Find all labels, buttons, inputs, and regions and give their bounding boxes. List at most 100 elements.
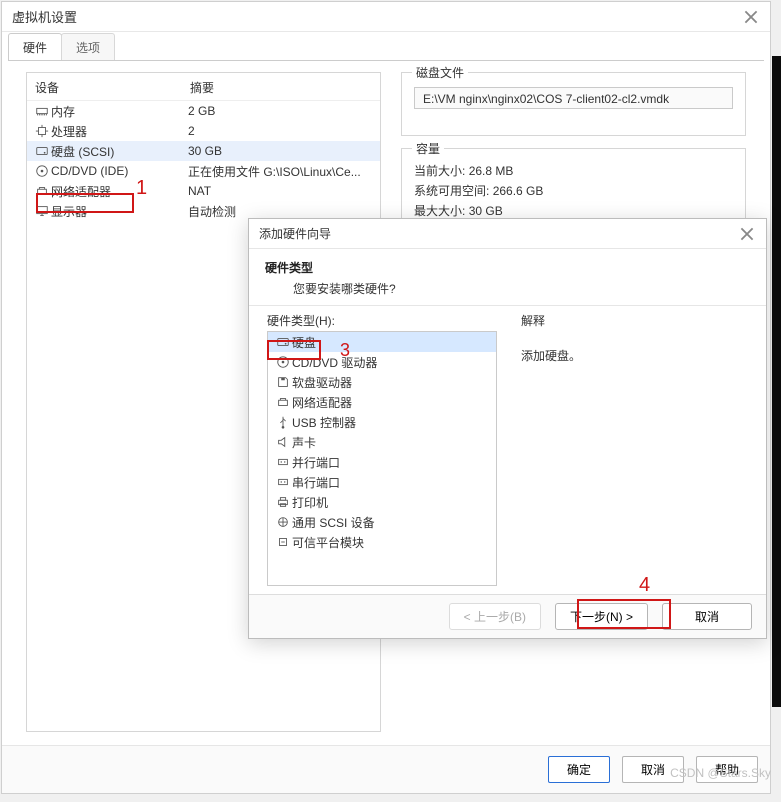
- device-summary: 2: [188, 124, 374, 138]
- printer-icon: [274, 495, 292, 509]
- current-size-line: 当前大小: 26.8 MB: [414, 162, 733, 179]
- max-size-value: 30 GB: [469, 204, 503, 218]
- background-dark-strip: [772, 56, 781, 707]
- tab-options[interactable]: 选项: [61, 33, 115, 60]
- device-name: 显示器: [51, 203, 188, 220]
- hardware-item-label: 可信平台模块: [292, 534, 364, 551]
- hardware-item-label: CD/DVD 驱动器: [292, 354, 377, 371]
- hardware-item[interactable]: 通用 SCSI 设备: [268, 512, 496, 532]
- display-icon: [33, 204, 51, 218]
- port-icon: [274, 455, 292, 469]
- hardware-item-label: 硬盘: [292, 334, 316, 351]
- net-icon: [274, 395, 292, 409]
- hardware-item[interactable]: 网络适配器: [268, 392, 496, 412]
- hardware-type-label: 硬件类型(H):: [267, 312, 497, 329]
- hardware-item[interactable]: CD/DVD 驱动器: [268, 352, 496, 372]
- disk-icon: [274, 335, 292, 349]
- hardware-item-label: 声卡: [292, 434, 316, 451]
- wizard-cancel-button[interactable]: 取消: [662, 603, 752, 630]
- explain-label: 解释: [521, 312, 754, 329]
- hardware-item-label: 并行端口: [292, 454, 340, 471]
- add-hardware-wizard: 添加硬件向导 硬件类型 您要安装哪类硬件? 硬件类型(H): 硬盘 CD/DVD …: [248, 218, 767, 639]
- wizard-header-bold: 硬件类型: [265, 259, 750, 276]
- device-summary: 30 GB: [188, 144, 374, 158]
- device-name: 内存: [51, 103, 188, 120]
- ok-button[interactable]: 确定: [548, 756, 610, 783]
- hardware-item[interactable]: 声卡: [268, 432, 496, 452]
- device-summary: 正在使用文件 G:\ISO\Linux\Ce...: [188, 163, 374, 180]
- hardware-item-label: 打印机: [292, 494, 328, 511]
- wizard-close-icon[interactable]: [738, 225, 756, 243]
- watermark: CSDN @Stars.Sky: [670, 766, 771, 780]
- device-summary: 自动检测: [188, 203, 374, 220]
- col-device: 设备: [35, 79, 190, 96]
- device-name: 处理器: [51, 123, 188, 140]
- hardware-item[interactable]: 可信平台模块: [268, 532, 496, 552]
- next-button[interactable]: 下一步(N) >: [555, 603, 648, 630]
- device-name: 网络适配器: [51, 183, 188, 200]
- close-icon[interactable]: [742, 8, 760, 26]
- hardware-type-column: 硬件类型(H): 硬盘 CD/DVD 驱动器软盘驱动器网络适配器 USB 控制器声卡…: [267, 312, 497, 594]
- hardware-item-label: 软盘驱动器: [292, 374, 352, 391]
- scsi-icon: [274, 515, 292, 529]
- cd-icon: [274, 355, 292, 369]
- hardware-item-label: 串行端口: [292, 474, 340, 491]
- hardware-item[interactable]: 串行端口: [268, 472, 496, 492]
- max-size-line: 最大大小: 30 GB: [414, 202, 733, 219]
- current-size-label: 当前大小:: [414, 164, 465, 178]
- wizard-footer: < 上一步(B) 下一步(N) > 取消: [249, 594, 766, 638]
- device-summary: 2 GB: [188, 104, 374, 118]
- port-icon: [274, 475, 292, 489]
- device-row[interactable]: 硬盘 (SCSI)30 GB: [27, 141, 380, 161]
- current-size-value: 26.8 MB: [469, 164, 514, 178]
- hardware-item[interactable]: USB 控制器: [268, 412, 496, 432]
- cpu-icon: [33, 124, 51, 138]
- hardware-item[interactable]: 硬盘: [268, 332, 496, 352]
- wizard-body: 硬件类型(H): 硬盘 CD/DVD 驱动器软盘驱动器网络适配器 USB 控制器声卡…: [249, 306, 766, 594]
- col-summary: 摘要: [190, 79, 214, 96]
- window-title: 虚拟机设置: [12, 7, 742, 26]
- main-footer: 确定 取消 帮助: [2, 745, 770, 793]
- device-name: CD/DVD (IDE): [51, 164, 188, 178]
- hardware-item-label: 网络适配器: [292, 394, 352, 411]
- wizard-header-question: 您要安装哪类硬件?: [265, 280, 750, 297]
- hardware-item[interactable]: 打印机: [268, 492, 496, 512]
- disk-file-group: 磁盘文件 E:\VM nginx\nginx02\COS 7-client02-…: [401, 72, 746, 136]
- device-name: 硬盘 (SCSI): [51, 143, 188, 160]
- back-button: < 上一步(B): [449, 603, 541, 630]
- hardware-item[interactable]: 软盘驱动器: [268, 372, 496, 392]
- tpm-icon: [274, 535, 292, 549]
- max-size-label: 最大大小:: [414, 204, 465, 218]
- net-icon: [33, 184, 51, 198]
- usb-icon: [274, 415, 292, 429]
- wizard-title: 添加硬件向导: [259, 225, 738, 242]
- disk-file-legend: 磁盘文件: [412, 64, 468, 81]
- cd-icon: [33, 164, 51, 178]
- disk-icon: [33, 144, 51, 158]
- free-space-value: 266.6 GB: [493, 184, 544, 198]
- wizard-header: 硬件类型 您要安装哪类硬件?: [249, 249, 766, 305]
- explain-column: 解释 添加硬盘。: [497, 312, 754, 594]
- tab-bar: 硬件 选项: [2, 32, 770, 60]
- explain-text: 添加硬盘。: [521, 347, 754, 364]
- tab-hardware[interactable]: 硬件: [8, 33, 62, 60]
- hardware-item-label: USB 控制器: [292, 414, 356, 431]
- device-row[interactable]: CD/DVD (IDE)正在使用文件 G:\ISO\Linux\Ce...: [27, 161, 380, 181]
- device-rows: 内存2 GB处理器2硬盘 (SCSI)30 GBCD/DVD (IDE)正在使用…: [27, 101, 380, 221]
- sound-icon: [274, 435, 292, 449]
- wizard-titlebar: 添加硬件向导: [249, 219, 766, 249]
- device-list-header: 设备 摘要: [27, 73, 380, 101]
- hardware-type-list[interactable]: 硬盘 CD/DVD 驱动器软盘驱动器网络适配器 USB 控制器声卡并行端口串行端口打…: [267, 331, 497, 586]
- device-row[interactable]: 处理器2: [27, 121, 380, 141]
- hardware-item-label: 通用 SCSI 设备: [292, 514, 375, 531]
- device-summary: NAT: [188, 184, 374, 198]
- free-space-label: 系统可用空间:: [414, 184, 489, 198]
- disk-file-path[interactable]: E:\VM nginx\nginx02\COS 7-client02-cl2.v…: [414, 87, 733, 109]
- floppy-icon: [274, 375, 292, 389]
- free-space-line: 系统可用空间: 266.6 GB: [414, 182, 733, 199]
- hardware-item[interactable]: 并行端口: [268, 452, 496, 472]
- titlebar: 虚拟机设置: [2, 2, 770, 32]
- device-row[interactable]: 内存2 GB: [27, 101, 380, 121]
- capacity-legend: 容量: [412, 140, 444, 157]
- device-row[interactable]: 网络适配器NAT: [27, 181, 380, 201]
